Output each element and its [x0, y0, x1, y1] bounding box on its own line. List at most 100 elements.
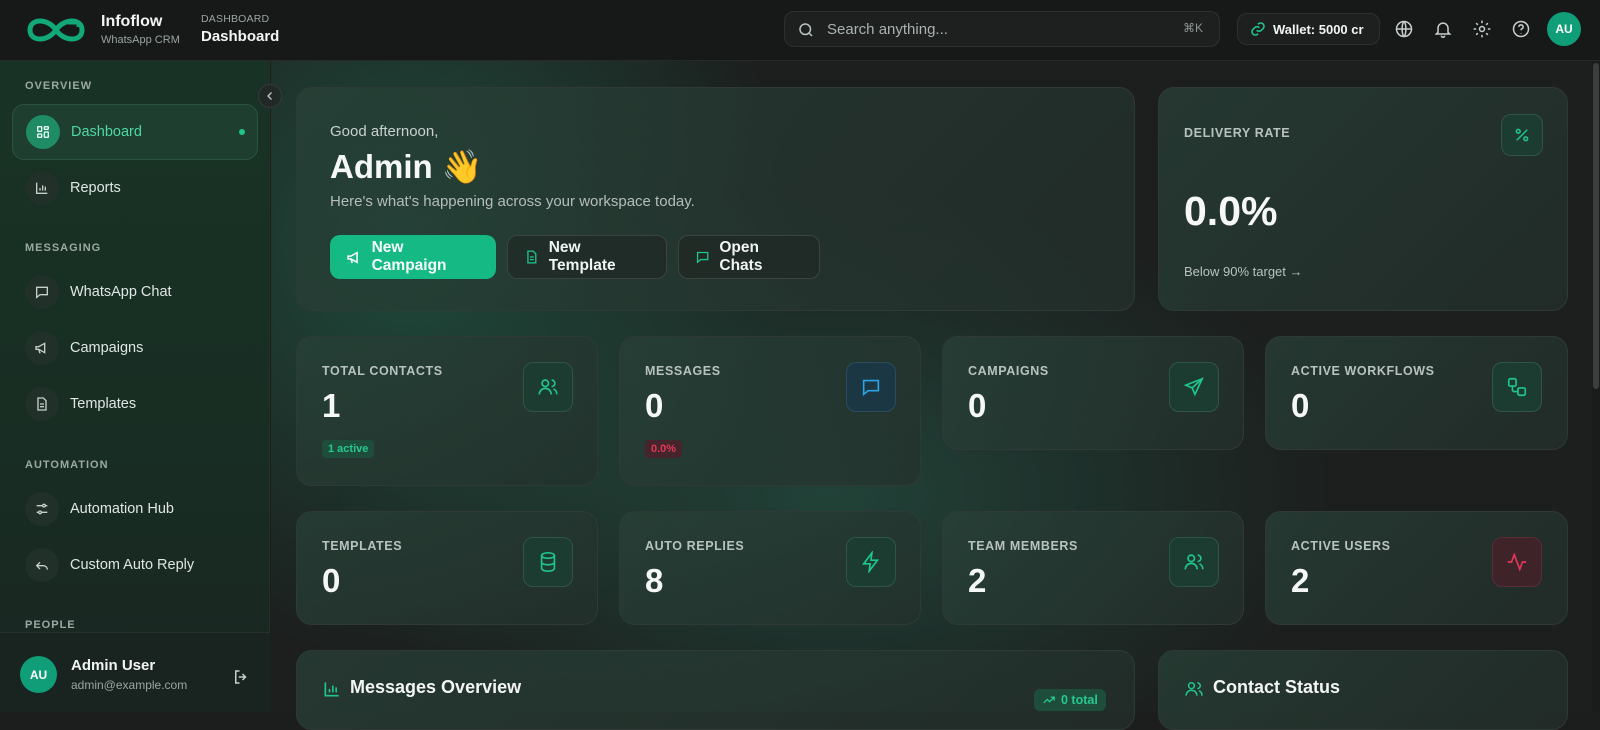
activity-icon	[1492, 537, 1542, 587]
top-bar: Infoflow WhatsApp CRM DASHBOARD Dashboar…	[0, 0, 1600, 61]
zap-icon	[846, 537, 896, 587]
megaphone-icon	[347, 250, 358, 264]
sidebar-item-label: Reports	[70, 180, 121, 196]
user-profile: AU Admin User admin@example.com	[0, 632, 270, 712]
total-badge-label: 0 total	[1061, 693, 1098, 707]
greeting: Good afternoon,	[330, 123, 439, 140]
stat-card-campaigns: CAMPAIGNS 0	[942, 336, 1244, 450]
user-email: admin@example.com	[71, 678, 188, 692]
message-square-icon	[696, 251, 709, 264]
sidebar-item-templates[interactable]: Templates	[12, 376, 258, 432]
welcome-card: Good afternoon, Admin 👋 Here's what's ha…	[296, 87, 1135, 311]
sidebar-item-campaigns[interactable]: Campaigns	[12, 320, 258, 376]
messages-overview-card: Messages Overview 0 total	[296, 650, 1135, 730]
user-avatar[interactable]: AU	[20, 656, 57, 693]
sidebar-item-reports[interactable]: Reports	[12, 160, 258, 216]
scrollbar[interactable]	[1592, 61, 1600, 712]
scrollbar-thumb[interactable]	[1593, 63, 1599, 389]
infoflow-logo-icon[interactable]	[22, 14, 90, 46]
search-placeholder: Search anything...	[827, 21, 948, 38]
send-icon	[1169, 362, 1219, 412]
sidebar-item-label: Templates	[70, 396, 137, 412]
stat-label: AUTO REPLIES	[645, 539, 745, 553]
bar-chart-icon	[25, 171, 59, 205]
sidebar-item-automation-hub[interactable]: Automation Hub	[12, 481, 258, 537]
contact-status-card: Contact Status	[1158, 650, 1568, 730]
stat-badge: 1 active	[322, 440, 375, 458]
greeting-description: Here's what's happening across your work…	[330, 193, 695, 210]
sidebar-item-label: Dashboard	[71, 124, 142, 140]
users-icon	[1185, 682, 1203, 696]
stat-value: 2	[968, 562, 987, 599]
globe-icon[interactable]	[1394, 19, 1414, 39]
message-square-icon	[25, 275, 59, 309]
brand-subtitle: WhatsApp CRM	[101, 34, 180, 46]
megaphone-icon	[25, 331, 59, 365]
file-text-icon	[527, 250, 537, 264]
stat-card-templates: TEMPLATES 0	[296, 511, 598, 625]
wallet-label: Wallet: 5000 cr	[1273, 21, 1364, 37]
database-icon	[523, 537, 573, 587]
brand: Infoflow WhatsApp CRM	[101, 13, 180, 46]
bell-icon[interactable]	[1433, 19, 1453, 39]
contact-status-title: Contact Status	[1213, 677, 1341, 697]
sidebar-collapse-button[interactable]	[258, 84, 282, 108]
sidebar-item-label: Custom Auto Reply	[70, 557, 195, 573]
brand-name: Infoflow	[101, 13, 163, 30]
search-input[interactable]: Search anything... ⌘K	[784, 11, 1220, 47]
total-badge: 0 total	[1034, 689, 1106, 711]
delivery-rate-note[interactable]: Below 90% target →	[1184, 264, 1303, 279]
new-campaign-button[interactable]: New Campaign	[330, 235, 496, 279]
section-label-automation: AUTOMATION	[25, 459, 109, 471]
open-chats-button[interactable]: Open Chats	[678, 235, 820, 279]
logout-icon[interactable]	[232, 668, 250, 686]
sliders-icon	[25, 492, 59, 526]
breadcrumb: DASHBOARD Dashboard	[201, 13, 279, 45]
stat-card-team-members: TEAM MEMBERS 2	[942, 511, 1244, 625]
new-campaign-label: New Campaign	[371, 239, 447, 274]
stat-value: 2	[1291, 562, 1310, 599]
sidebar-item-label: WhatsApp Chat	[70, 284, 172, 300]
sidebar-item-dashboard[interactable]: Dashboard	[12, 104, 258, 160]
main-content: Good afternoon, Admin 👋 Here's what's ha…	[271, 61, 1592, 730]
users-icon	[1169, 537, 1219, 587]
stat-value: 0	[968, 387, 987, 424]
workflow-icon	[1492, 362, 1542, 412]
layout-grid-icon	[26, 115, 60, 149]
chevron-left-icon	[267, 92, 272, 100]
stat-value: 0	[645, 387, 664, 424]
percent-icon	[1501, 114, 1543, 156]
open-chats-label: Open Chats	[719, 239, 763, 274]
section-label-people: PEOPLE	[25, 619, 76, 631]
greeting-name: Admin 👋	[330, 148, 483, 185]
sidebar-item-custom-auto-reply[interactable]: Custom Auto Reply	[12, 537, 258, 593]
stat-card-total-contacts: TOTAL CONTACTS 1 1 active	[296, 336, 598, 486]
stat-value: 8	[645, 562, 664, 599]
wallet-button[interactable]: Wallet: 5000 cr	[1237, 13, 1380, 45]
gear-icon[interactable]	[1472, 19, 1492, 39]
user-name: Admin User	[71, 657, 156, 674]
section-label-messaging: MESSAGING	[25, 242, 102, 254]
stat-badge: 0.0%	[645, 440, 683, 458]
link-icon	[1251, 22, 1265, 36]
user-avatar[interactable]: AU	[1547, 12, 1581, 46]
stat-label: MESSAGES	[645, 364, 721, 378]
stat-label: CAMPAIGNS	[968, 364, 1049, 378]
sidebar-item-label: Campaigns	[70, 340, 144, 356]
stat-label: TOTAL CONTACTS	[322, 364, 443, 378]
delivery-rate-value: 0.0%	[1184, 188, 1278, 234]
help-icon[interactable]	[1511, 19, 1531, 39]
stat-label: ACTIVE USERS	[1291, 539, 1391, 553]
bar-chart-icon	[324, 682, 339, 697]
active-indicator	[239, 129, 245, 135]
delivery-rate-card: DELIVERY RATE 0.0% Below 90% target →	[1158, 87, 1568, 311]
message-square-icon	[846, 362, 896, 412]
stat-value: 1	[322, 387, 341, 424]
sidebar-item-whatsapp-chat[interactable]: WhatsApp Chat	[12, 264, 258, 320]
users-icon	[523, 362, 573, 412]
stat-label: TEMPLATES	[322, 539, 403, 553]
search-icon	[799, 23, 813, 37]
new-template-button[interactable]: New Template	[507, 235, 667, 279]
stat-card-active-users: ACTIVE USERS 2	[1265, 511, 1568, 625]
stat-label: ACTIVE WORKFLOWS	[1291, 364, 1435, 378]
